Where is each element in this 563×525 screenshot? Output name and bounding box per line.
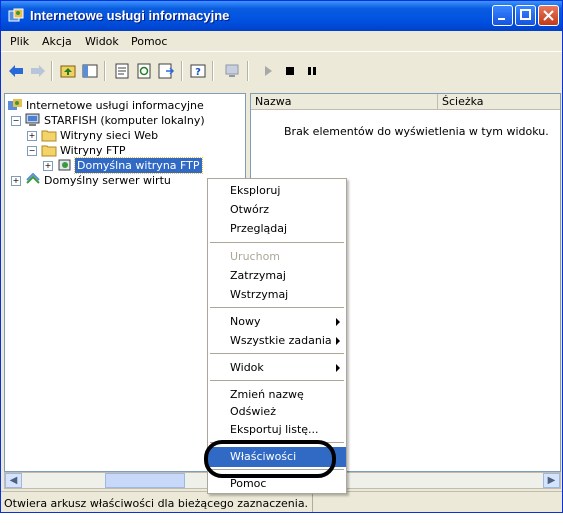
scroll-left-button[interactable]: ◀ <box>5 473 22 488</box>
expand-icon[interactable]: + <box>27 131 37 141</box>
menu-item-nowy[interactable]: Nowy <box>208 312 346 332</box>
menu-separator <box>210 353 344 354</box>
maximize-icon <box>520 9 531 20</box>
tree-label: Internetowe usługi informacyjne <box>26 99 204 112</box>
scroll-thumb[interactable] <box>105 473 185 488</box>
title-bar[interactable]: Internetowe usługi informacyjne <box>1 1 562 31</box>
tree-label: Witryny sieci Web <box>60 129 159 142</box>
toolbar: ? <box>1 52 562 90</box>
stop-icon[interactable] <box>281 62 299 80</box>
collapse-icon[interactable]: − <box>27 146 37 156</box>
highlight-callout <box>204 440 336 478</box>
up-level-icon[interactable] <box>59 62 77 80</box>
computer-icon <box>25 113 40 126</box>
menu-separator <box>210 242 344 243</box>
back-arrow-icon[interactable] <box>7 62 25 80</box>
show-hide-tree-icon[interactable] <box>81 62 99 80</box>
tree-label: Domyślna witryna FTP <box>74 157 203 174</box>
submenu-arrow-icon <box>336 337 340 345</box>
menu-bar: Plik Akcja Widok Pomoc <box>1 31 562 52</box>
menu-item-przegladaj[interactable]: Przeglądaj <box>208 219 346 239</box>
virtual-server-icon <box>26 173 40 184</box>
computer-icon[interactable] <box>223 62 241 80</box>
menu-separator <box>210 307 344 308</box>
menu-widok[interactable]: Widok <box>85 35 119 48</box>
expand-icon[interactable]: + <box>11 176 21 186</box>
column-header-nazwa[interactable]: Nazwa <box>251 94 438 110</box>
menu-item-zatrzymaj[interactable]: Zatrzymaj <box>208 266 346 286</box>
maximize-button[interactable] <box>515 5 536 26</box>
collapse-icon[interactable]: − <box>11 116 21 126</box>
menu-item-eksploruj[interactable]: Eksploruj <box>208 181 346 201</box>
status-bar: Otwiera arkusz właściwości dla bieżącego… <box>1 491 562 512</box>
menu-item-wstrzymaj[interactable]: Wstrzymaj <box>208 285 346 305</box>
forward-arrow-icon[interactable] <box>29 62 47 80</box>
export-list-icon[interactable] <box>157 62 175 80</box>
scroll-right-button[interactable]: ▶ <box>543 473 560 488</box>
submenu-arrow-icon <box>336 318 340 326</box>
menu-plik[interactable]: Plik <box>10 35 29 48</box>
ftp-site-icon <box>58 159 71 171</box>
menu-separator <box>210 380 344 381</box>
submenu-arrow-icon <box>336 364 340 372</box>
help-icon[interactable]: ? <box>189 62 207 80</box>
window-title: Internetowe usługi informacyjne <box>30 8 230 23</box>
iis-app-icon <box>8 8 24 22</box>
menu-pomoc[interactable]: Pomoc <box>131 35 167 48</box>
tree-label: Witryny FTP <box>60 144 126 157</box>
svg-text:?: ? <box>195 67 201 78</box>
menu-item-odswiez[interactable]: Odśwież <box>208 402 346 422</box>
menu-item-widok[interactable]: Widok <box>208 358 346 378</box>
folder-icon <box>41 145 57 157</box>
expand-icon[interactable]: + <box>43 161 53 171</box>
column-header-sciezka[interactable]: Ścieżka <box>438 94 560 110</box>
pause-icon[interactable] <box>303 62 321 80</box>
iis-icon <box>8 99 22 110</box>
minimize-icon <box>498 18 505 20</box>
properties-icon[interactable] <box>113 62 131 80</box>
status-divider <box>312 494 313 512</box>
menu-akcja[interactable]: Akcja <box>42 35 72 48</box>
folder-icon <box>41 130 57 142</box>
minimize-button[interactable] <box>492 5 513 26</box>
menu-item-eksportuj-liste[interactable]: Eksportuj listę... <box>208 420 346 440</box>
empty-list-message: Brak elementów do wyświetlenia w tym wid… <box>284 125 549 138</box>
close-button[interactable] <box>538 5 559 26</box>
close-icon <box>543 10 554 21</box>
status-text: Otwiera arkusz właściwości dla bieżącego… <box>4 497 309 510</box>
menu-item-otworz[interactable]: Otwórz <box>208 200 346 220</box>
menu-item-uruchom: Uruchom <box>230 250 281 263</box>
tree-label: STARFISH (komputer lokalny) <box>44 114 205 127</box>
menu-item-wszystkie-zadania[interactable]: Wszystkie zadania <box>208 331 346 351</box>
start-icon[interactable] <box>259 62 277 80</box>
tree-label: Domyślny serwer wirtu <box>44 174 171 187</box>
refresh-icon[interactable] <box>135 62 153 80</box>
